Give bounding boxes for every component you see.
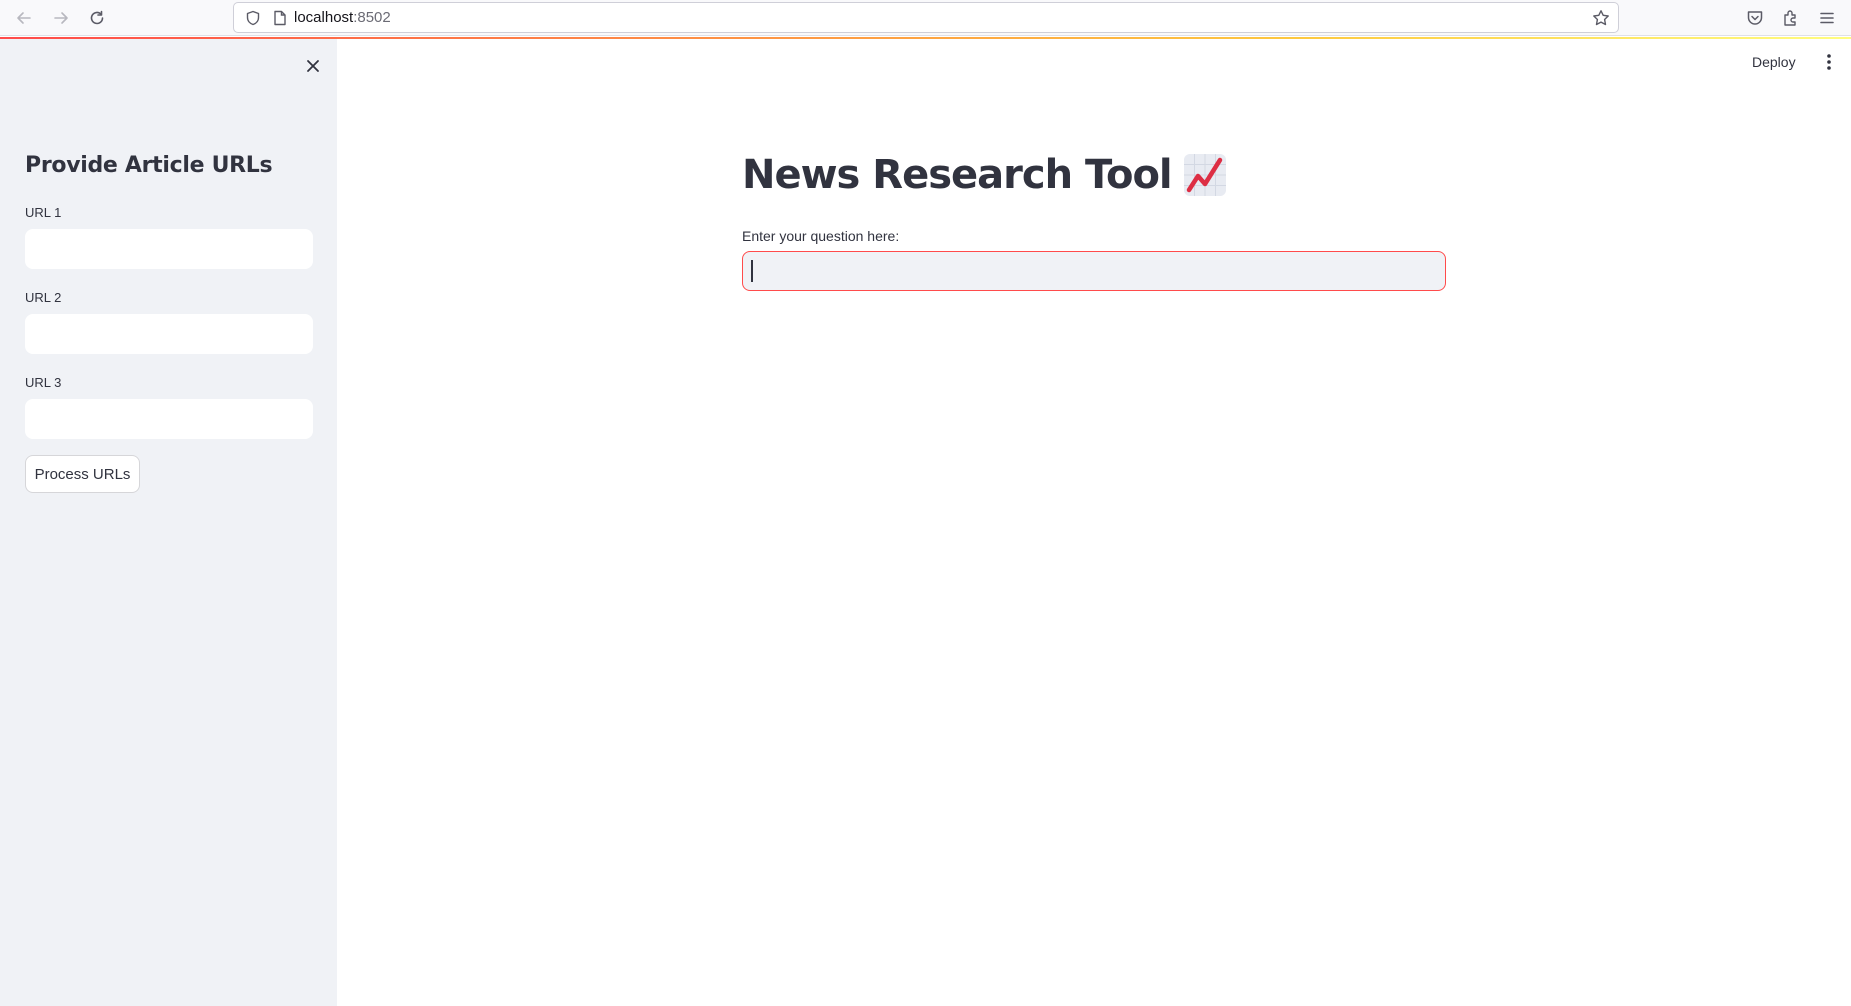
url1-label: URL 1 bbox=[25, 205, 62, 220]
question-input[interactable] bbox=[742, 251, 1446, 291]
browser-toolbar: localhost:8502 bbox=[0, 0, 1851, 36]
extensions-icon[interactable] bbox=[1779, 6, 1803, 30]
url3-label: URL 3 bbox=[25, 375, 62, 390]
page-info-icon[interactable] bbox=[270, 8, 290, 28]
page-title-row: News Research Tool bbox=[742, 152, 1226, 198]
url-text[interactable]: localhost:8502 bbox=[294, 9, 391, 26]
url2-label: URL 2 bbox=[25, 290, 62, 305]
address-bar[interactable]: localhost:8502 bbox=[233, 2, 1619, 33]
process-urls-button[interactable]: Process URLs bbox=[25, 455, 140, 493]
chart-increasing-icon bbox=[1183, 154, 1226, 196]
bookmark-star-icon[interactable] bbox=[1590, 7, 1612, 29]
url-host: localhost bbox=[294, 9, 354, 26]
deploy-button[interactable]: Deploy bbox=[1752, 49, 1796, 75]
sidebar: Provide Article URLs URL 1 URL 2 URL 3 P… bbox=[0, 39, 337, 1006]
forward-icon[interactable] bbox=[48, 5, 74, 31]
tracking-shield-icon[interactable] bbox=[243, 8, 263, 28]
main-menu-icon[interactable] bbox=[1818, 49, 1840, 75]
url-port: :8502 bbox=[353, 9, 391, 26]
sidebar-title: Provide Article URLs bbox=[25, 153, 273, 178]
deploy-label: Deploy bbox=[1752, 54, 1796, 70]
question-label: Enter your question here: bbox=[742, 228, 900, 244]
close-icon[interactable] bbox=[300, 53, 326, 79]
url3-input[interactable] bbox=[25, 399, 313, 439]
reload-icon[interactable] bbox=[84, 5, 110, 31]
pocket-icon[interactable] bbox=[1743, 6, 1767, 30]
page-title: News Research Tool bbox=[742, 152, 1173, 198]
back-icon[interactable] bbox=[11, 5, 37, 31]
url1-input[interactable] bbox=[25, 229, 313, 269]
text-caret bbox=[751, 260, 753, 282]
url2-input[interactable] bbox=[25, 314, 313, 354]
hamburger-menu-icon[interactable] bbox=[1815, 6, 1839, 30]
process-urls-label: Process URLs bbox=[34, 465, 131, 483]
